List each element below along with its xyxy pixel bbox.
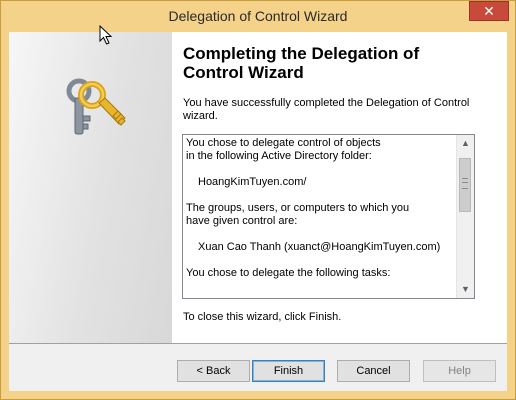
keys-icon [66, 78, 126, 135]
chevron-up-icon: ▲ [461, 138, 470, 148]
close-button[interactable]: ✕ [469, 1, 509, 21]
principals-intro-line-1: The groups, users, or computers to which… [186, 202, 410, 214]
folder-intro-line-2: in the following Active Directory folder… [186, 150, 372, 162]
mouse-pointer-icon [99, 25, 113, 45]
scroll-up-button[interactable]: ▲ [457, 135, 474, 152]
tasks-intro: You chose to delegate the following task… [186, 267, 391, 279]
page-title: Completing the Delegation of Control Wiz… [183, 44, 420, 82]
intro-text: You have successfully completed the Dele… [183, 97, 470, 122]
scroll-down-button[interactable]: ▼ [457, 281, 474, 298]
wizard-content: Completing the Delegation of Control Wiz… [172, 32, 507, 343]
wizard-window: Delegation of Control Wizard ✕ Completin… [0, 0, 516, 400]
close-icon: ✕ [483, 3, 495, 19]
cancel-button[interactable]: Cancel [337, 360, 410, 382]
closing-instruction: To close this wizard, click Finish. [183, 311, 342, 323]
principals-intro-line-2: have given control are: [186, 215, 298, 227]
summary-text: You chose to delegate control of objects… [186, 137, 454, 280]
summary-textbox[interactable]: You chose to delegate control of objects… [182, 134, 475, 299]
selected-folder: HoangKimTuyen.com/ [198, 176, 307, 188]
chevron-down-icon: ▼ [461, 284, 470, 294]
summary-scrollbar[interactable]: ▲ ▼ [456, 135, 474, 298]
finish-button[interactable]: Finish [252, 360, 325, 382]
wizard-side-panel [9, 32, 172, 343]
help-button[interactable]: Help [423, 360, 496, 382]
button-bar: < Back Finish Cancel Help [9, 344, 507, 391]
folder-intro-line-1: You chose to delegate control of objects [186, 137, 381, 149]
title-bar[interactable]: Delegation of Control Wizard ✕ [1, 1, 515, 31]
window-title: Delegation of Control Wizard [168, 8, 348, 24]
back-button[interactable]: < Back [177, 360, 250, 382]
scroll-thumb[interactable] [459, 158, 471, 212]
selected-principal: Xuan Cao Thanh (xuanct@HoangKimTuyen.com… [198, 241, 441, 253]
wizard-body: Completing the Delegation of Control Wiz… [9, 32, 507, 391]
grip-icon [462, 178, 468, 189]
